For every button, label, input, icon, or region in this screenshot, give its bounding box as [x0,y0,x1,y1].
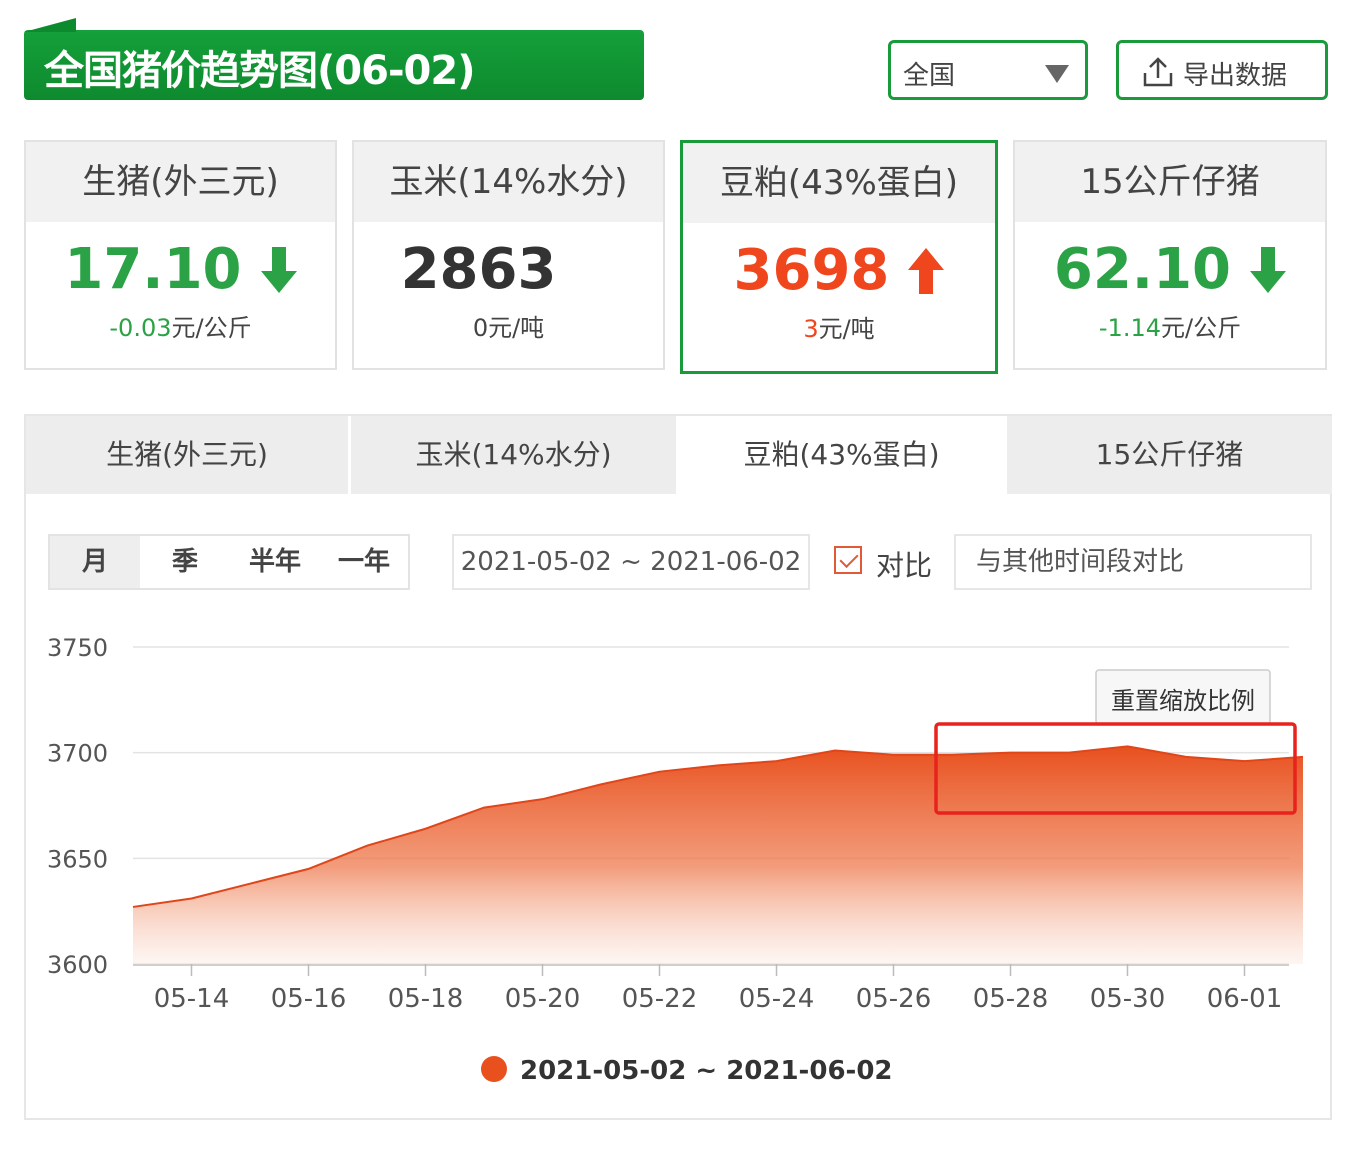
series-area [133,746,1303,964]
price-trend-chart: 3750 3700 3650 3600 05-14 05-16 05-18 05-20 05-2… [47,634,1304,1086]
x-tick-label: 05-22 [622,984,698,1014]
reset-zoom-label: 重置缩放比例 [1111,687,1255,715]
y-tick-label: 3700 [47,740,108,768]
x-tick-label: 05-14 [154,984,230,1014]
legend-item: 2021-05-02 ~ 2021-06-02 [481,1056,893,1086]
x-tick-label: 06-01 [1207,984,1283,1014]
x-tick-label: 05-26 [856,984,932,1014]
x-tick-label: 05-16 [271,984,347,1014]
x-tick-label: 05-20 [505,984,581,1014]
y-tick-label: 3650 [47,845,108,873]
y-tick-label: 3750 [47,634,108,662]
reset-zoom-button[interactable]: 重置缩放比例 [1095,669,1271,725]
x-tick-label: 05-24 [739,984,815,1014]
x-tick-label: 05-28 [973,984,1049,1014]
legend-label: 2021-05-02 ~ 2021-06-02 [520,1056,893,1086]
x-tick-label: 05-30 [1090,984,1166,1014]
x-tick-label: 05-18 [388,984,464,1014]
y-tick-label: 3600 [47,951,108,979]
